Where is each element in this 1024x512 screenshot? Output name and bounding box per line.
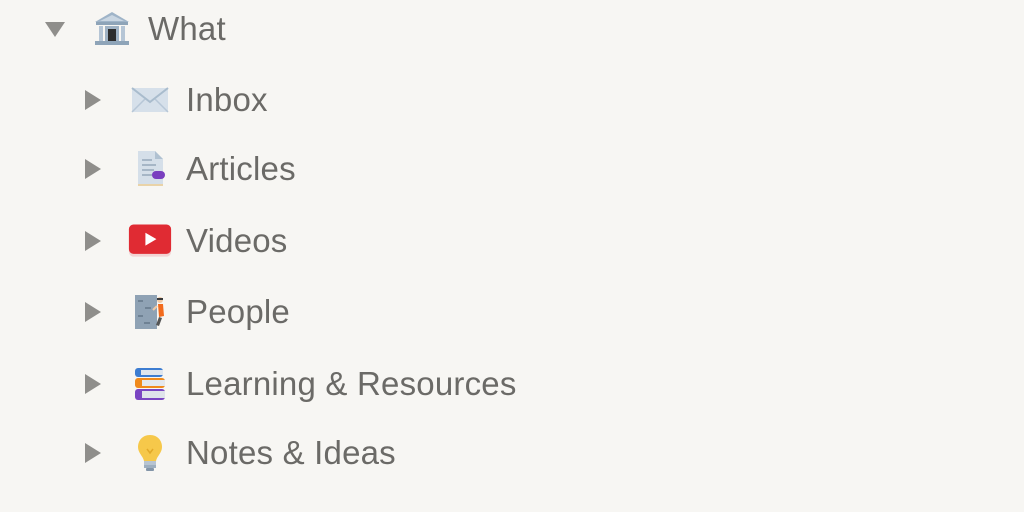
tree-item-label: What xyxy=(148,10,226,47)
tree-item-label: Videos xyxy=(186,222,288,259)
chevron-right-icon[interactable] xyxy=(78,297,108,327)
tree-item-articles[interactable]: Articles xyxy=(78,141,296,197)
chevron-right-icon[interactable] xyxy=(78,154,108,184)
chevron-right-icon[interactable] xyxy=(78,369,108,399)
classical-building-icon[interactable] xyxy=(90,7,134,51)
tree-item-label: People xyxy=(186,293,290,330)
envelope-icon xyxy=(128,78,172,122)
chevron-right-icon[interactable] xyxy=(78,85,108,115)
tree-item-what[interactable]: What xyxy=(40,1,226,57)
tree-item-videos[interactable]: Videos xyxy=(78,213,288,269)
person-climbing-icon xyxy=(128,290,172,334)
sidebar-page-tree: What Inbox Articles Videos People Learni… xyxy=(0,0,1024,512)
page-facing-up-icon xyxy=(128,147,172,191)
tree-item-label: Learning & Resources xyxy=(186,365,517,402)
tree-item-people[interactable]: People xyxy=(78,284,290,340)
tree-item-inbox[interactable]: Inbox xyxy=(78,72,268,128)
chevron-right-icon[interactable] xyxy=(78,226,108,256)
tree-item-label: Notes & Ideas xyxy=(186,434,396,471)
tree-item-learning-resources[interactable]: Learning & Resources xyxy=(78,356,517,412)
tree-item-label: Articles xyxy=(186,150,296,187)
youtube-play-icon xyxy=(128,219,172,263)
tree-item-label: Inbox xyxy=(186,81,268,118)
tree-item-notes-ideas[interactable]: Notes & Ideas xyxy=(78,425,396,481)
light-bulb-icon xyxy=(128,431,172,475)
chevron-down-icon[interactable] xyxy=(40,14,70,44)
chevron-right-icon[interactable] xyxy=(78,438,108,468)
books-icon xyxy=(128,362,172,406)
